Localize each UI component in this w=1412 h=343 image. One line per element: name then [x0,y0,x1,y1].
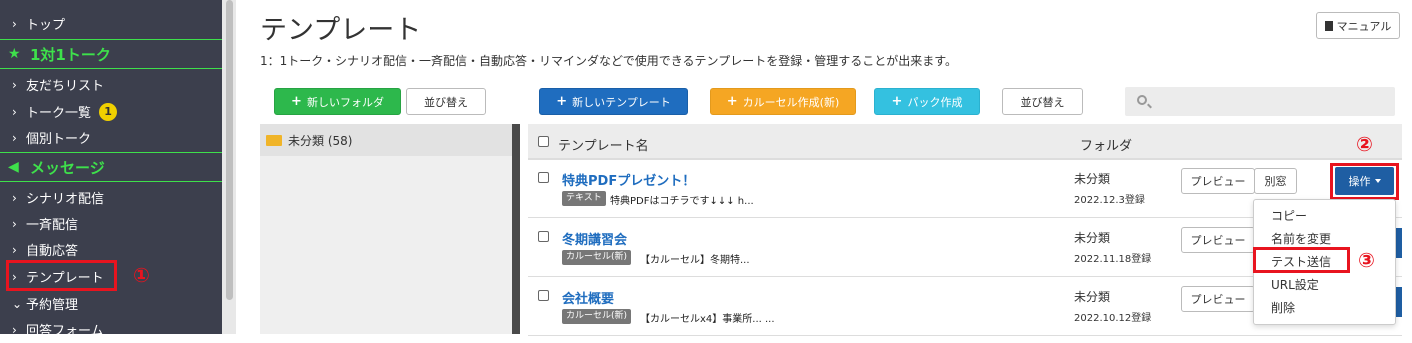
template-snippet: 【カルーセル】冬期特... [640,255,750,266]
page-description: 1：1トーク・シナリオ配信・一斉配信・自動応答・リマインダなどで使用できるテンプ… [260,54,957,68]
column-header-folder: フォルダ [1080,139,1133,154]
template-title-link[interactable]: 会社概要 [562,288,614,307]
sidebar-item-talk-list[interactable]: › トーク一覧 1 [0,98,222,125]
template-snippet: 特典PDFはコチラです↓↓↓ h... [610,196,754,207]
sidebar-item-reservation[interactable]: ⌄ 予約管理 [0,290,222,317]
chevron-right-icon: › [12,130,17,145]
row-checkbox[interactable] [538,172,549,183]
plus-icon: + [556,94,568,109]
table-header: テンプレート名 フォルダ [528,124,1402,160]
new-template-button[interactable]: + 新しいテンプレート [539,88,688,115]
new-folder-label: 新しいフォルダ [306,95,384,109]
search-input[interactable] [1125,87,1395,116]
new-template-label: 新しいテンプレート [572,95,671,109]
folder-label: 未分類 (58) [288,133,353,148]
template-registered-date: 2022.10.12登録 [1074,313,1152,324]
row-checkbox[interactable] [538,290,549,301]
folder-item-uncategorized[interactable]: 未分類 (58) [260,124,512,156]
chevron-right-icon: › [12,242,17,257]
template-registered-date: 2022.11.18登録 [1074,254,1152,265]
sidebar-item-label: 自動応答 [26,244,79,259]
manual-label: マニュアル [1336,19,1392,33]
template-type-tag: カルーセル(新) [562,250,632,265]
highlight-test-send-box [1253,247,1350,273]
plus-icon: + [726,94,738,109]
plus-icon: + [891,94,903,109]
menu-item-copy[interactable]: コピー [1271,207,1307,224]
sort-templates-button[interactable]: 並び替え [1002,88,1083,115]
sidebar-item-auto-reply[interactable]: › 自動応答 [0,236,222,263]
star-icon: ★ [8,46,21,62]
template-folder: 未分類 [1074,290,1111,304]
carousel-create-button[interactable]: + カルーセル作成(新) [710,88,856,115]
annotation-number-3: ③ [1358,248,1375,272]
template-folder: 未分類 [1074,231,1111,245]
highlight-template-box [6,260,117,291]
sidebar-section-talk: ★ 1対1トーク [0,39,222,69]
row-checkbox[interactable] [538,231,549,242]
panel-divider[interactable] [512,124,520,334]
unread-badge: 1 [99,102,118,121]
sidebar-section-label: メッセージ [30,158,105,177]
sidebar-item-label: 予約管理 [26,298,79,313]
sidebar-item-label: 回答フォーム [26,324,104,339]
menu-item-rename[interactable]: 名前を変更 [1271,230,1331,247]
plus-icon: + [291,94,302,109]
sidebar-item-label: トップ [26,18,66,33]
chevron-right-icon: › [12,216,17,231]
sidebar-section-message: ◀ メッセージ [0,152,222,182]
chevron-right-icon: › [12,77,17,92]
sidebar-item-label: 友だちリスト [26,79,105,94]
highlight-operation-box [1330,163,1399,200]
chevron-right-icon: › [12,16,17,31]
carousel-create-label: カルーセル作成(新) [742,95,840,109]
menu-item-delete[interactable]: 削除 [1271,299,1295,316]
annotation-number-2: ② [1356,132,1373,156]
page-title: テンプレート [260,15,422,46]
search-icon [1137,95,1147,105]
pack-create-label: パック作成 [907,95,963,109]
sidebar-item-label: 個別トーク [26,132,92,147]
template-snippet: 【カルーセルx4】事業所... ... [640,314,775,325]
preview-button[interactable]: プレビュー [1181,168,1255,194]
template-registered-date: 2022.12.3登録 [1074,195,1145,206]
new-folder-button[interactable]: + 新しいフォルダ [274,88,401,115]
template-title-link[interactable]: 特典PDFプレゼント！ [562,170,695,189]
chevron-right-icon: › [12,104,17,119]
sidebar-item-scenario[interactable]: › シナリオ配信 [0,184,222,211]
sidebar-item-top[interactable]: › トップ [0,10,222,37]
chevron-down-icon: ⌄ [12,296,23,311]
select-all-checkbox[interactable] [538,136,549,147]
sidebar-item-broadcast[interactable]: › 一斉配信 [0,210,222,237]
folder-open-icon [266,134,282,146]
sidebar-scrollbar-thumb[interactable] [226,0,233,300]
template-folder: 未分類 [1074,172,1111,186]
preview-button[interactable]: プレビュー [1181,286,1255,312]
megaphone-icon: ◀ [8,159,19,175]
sidebar-item-individual-talk[interactable]: › 個別トーク [0,124,222,151]
template-type-tag: カルーセル(新) [562,309,632,324]
sidebar-item-forms[interactable]: › 回答フォーム [0,316,222,343]
chevron-right-icon: › [12,322,17,337]
column-header-name: テンプレート名 [558,139,649,154]
sort-folders-button[interactable]: 並び替え [406,88,486,115]
menu-item-url-settings[interactable]: URL設定 [1271,276,1319,293]
template-title-link[interactable]: 冬期講習会 [562,229,627,248]
sidebar-item-label: トーク一覧 [26,106,92,121]
sidebar-item-friends[interactable]: › 友だちリスト [0,71,222,98]
pack-create-button[interactable]: + パック作成 [874,88,980,115]
sidebar-item-label: シナリオ配信 [26,192,105,207]
chevron-right-icon: › [12,190,17,205]
open-new-window-button[interactable]: 別窓 [1254,168,1297,194]
preview-button[interactable]: プレビュー [1181,227,1255,253]
annotation-number-1: ① [133,263,150,287]
template-type-tag: テキスト [562,191,606,206]
book-icon [1324,20,1333,31]
manual-button[interactable]: マニュアル [1316,12,1400,39]
sidebar-section-label: 1対1トーク [30,45,111,64]
sidebar-item-label: 一斉配信 [26,218,79,233]
